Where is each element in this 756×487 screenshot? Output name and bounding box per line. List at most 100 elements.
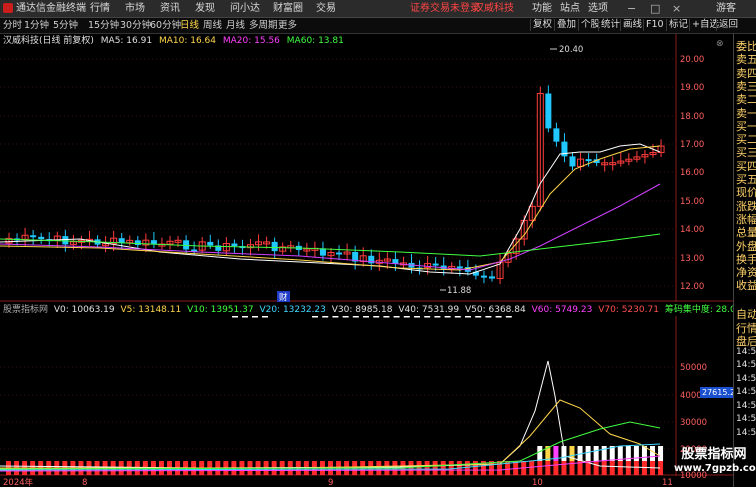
period-1min[interactable]: 1分钟 (24, 18, 49, 33)
menu-quotes[interactable]: 行情 (90, 0, 110, 17)
adjust-button[interactable]: 复权 (530, 19, 554, 31)
v0-value: V0: 10063.19 (53, 305, 115, 315)
quote-field-label: 收益 (736, 279, 756, 293)
overlay-button[interactable]: 叠加 (554, 19, 578, 31)
period-15min[interactable]: 15分钟 (88, 18, 119, 33)
volume-bar (593, 446, 599, 461)
menu-functions[interactable]: 功能 (532, 0, 552, 17)
price-label: 17.00 (680, 140, 704, 150)
menu-trade[interactable]: 交易 (316, 0, 336, 17)
low-price-marker: 11.88 (447, 286, 471, 296)
signal-dash (444, 316, 451, 318)
menu-ask[interactable]: 问小达 (230, 0, 260, 17)
signal-dash (232, 316, 238, 318)
f10-button[interactable]: F10 (643, 19, 666, 31)
signal-dash (252, 316, 258, 318)
app-title: 通达信金融终端 (16, 3, 86, 14)
signal-dashes (232, 316, 512, 318)
volume-bar (625, 461, 631, 475)
signal-dash (434, 316, 441, 318)
watermark-line2: www.7gpzb.com (674, 463, 756, 474)
volume-bar (553, 461, 559, 475)
tick-time: 14:50 (736, 427, 756, 438)
candle-body (62, 236, 69, 245)
menu-site[interactable]: 站点 (560, 0, 580, 17)
signal-dash (383, 316, 390, 318)
candle-body (545, 93, 552, 129)
v60-value: V60: 5749.23 (531, 305, 593, 315)
watermark-line1: 股票指标网 (681, 447, 747, 462)
login-notice[interactable]: 证券交易未登录 (410, 0, 480, 17)
signal-dash (262, 316, 268, 318)
menu-bar: 通达信金融终端 行情 市场 资讯 发现 问小达 财富圈 交易 证券交易未登录 汉… (0, 0, 756, 18)
v0-line (0, 360, 661, 469)
candle-body (271, 241, 278, 252)
period-daily[interactable]: 日线 (180, 18, 199, 33)
period-60min[interactable]: 60分钟 (150, 18, 181, 33)
tick-time: 14:50 (736, 387, 756, 397)
back-button[interactable]: 返回 (716, 19, 740, 31)
signal-dash (342, 316, 349, 318)
signal-dash (495, 316, 502, 318)
indicator-name[interactable]: 股票指标网 (3, 305, 48, 315)
candlestick-chart[interactable]: 20.00 19.00 18.00 17.00 16.00 15.00 14.0… (0, 34, 733, 302)
candle-body (489, 276, 495, 279)
volume-bar (617, 461, 623, 475)
minimize-icon[interactable]: − (627, 0, 636, 17)
volume-bar (448, 461, 454, 475)
current-stock-name: 汉威科技 (474, 3, 514, 14)
app-logo-icon (3, 3, 13, 13)
date-label: 2024年 (3, 477, 34, 487)
candle-body (336, 252, 343, 255)
volume-bar (424, 461, 430, 475)
period-more[interactable]: 更多 (278, 18, 297, 33)
signal-dash (312, 316, 318, 318)
volume-bar (432, 461, 438, 475)
period-multi[interactable]: 多周期 (249, 18, 278, 33)
candle-body (432, 263, 439, 266)
period-monthly[interactable]: 月线 (226, 18, 245, 33)
price-label: 16.00 (680, 168, 704, 178)
menu-market[interactable]: 市场 (125, 0, 145, 17)
mark-button[interactable]: 标记 (666, 19, 690, 31)
menu-discover[interactable]: 发现 (195, 0, 215, 17)
volume-indicator-chart[interactable]: 50000 40000 30000 20000 10000 2024年 8 9 … (0, 316, 733, 487)
volume-label: 30000 (680, 418, 707, 428)
volume-bar (561, 461, 567, 475)
stats-button[interactable]: 统计 (598, 19, 622, 31)
period-30min[interactable]: 30分钟 (120, 18, 151, 33)
indicator-info-line: 股票指标网 V0: 10063.19 V5: 13148.11 V10: 139… (3, 304, 741, 316)
user-guest[interactable]: 游客 (716, 0, 736, 17)
period-intraday[interactable]: 分时 (3, 18, 22, 33)
price-label: 18.00 (680, 112, 704, 122)
close-icon[interactable]: × (672, 0, 681, 17)
menu-options[interactable]: 选项 (588, 0, 608, 17)
price-label: 14.00 (680, 225, 704, 235)
period-weekly[interactable]: 周线 (203, 18, 222, 33)
v10-value: V10: 13951.37 (187, 305, 254, 315)
ma20-line (0, 183, 661, 271)
ma5-line (0, 143, 661, 275)
menu-wealth[interactable]: 财富圈 (273, 0, 303, 17)
date-label: 10 (532, 478, 543, 487)
candle-body (456, 266, 463, 269)
volume-bar (408, 461, 414, 475)
period-5min[interactable]: 5分钟 (53, 18, 78, 33)
signal-dash (454, 316, 461, 318)
right-quote-panel: 委比 卖五 卖四 卖三 卖二 卖一 买一 买二 买三 买四 买五 现价 涨跌 涨幅 总量 外盘 换手 净资 收益 自… (733, 34, 756, 487)
high-price-marker: 20.40 (559, 45, 583, 55)
price-label: 20.00 (680, 55, 704, 65)
financial-report-badge[interactable]: 财 (279, 292, 288, 302)
v50-value: V50: 6368.84 (464, 305, 526, 315)
candle-body (553, 128, 560, 142)
draw-button[interactable]: 画线 (620, 19, 644, 31)
volume-bar (601, 446, 607, 461)
volume-bar (585, 446, 591, 461)
v5-value: V5: 13148.11 (120, 305, 182, 315)
price-gridlines (0, 58, 676, 287)
volume-label: 50000 (680, 363, 707, 373)
price-label: 19.00 (680, 83, 704, 93)
chart-close-icon[interactable]: ⊗ (716, 39, 724, 49)
maximize-icon[interactable]: □ (650, 0, 660, 17)
menu-news[interactable]: 资讯 (160, 0, 180, 17)
